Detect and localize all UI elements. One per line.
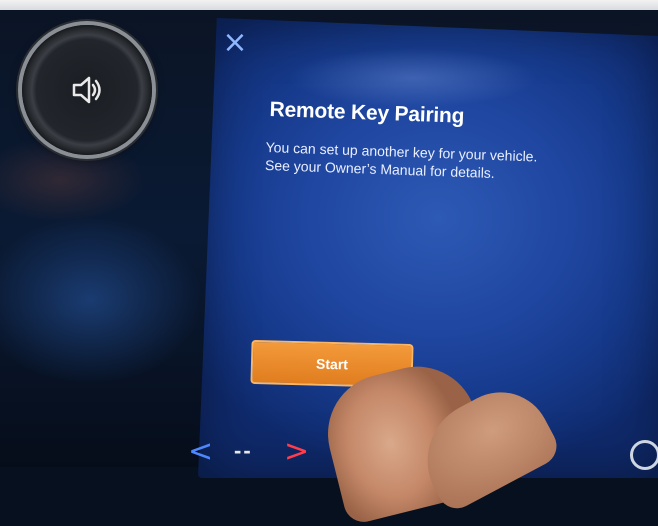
top-bezel [0, 0, 658, 10]
nav-center-indicator: -- [234, 438, 253, 463]
volume-knob[interactable] [22, 25, 152, 155]
close-icon[interactable]: × [220, 28, 250, 58]
chevron-right-icon[interactable]: > [284, 434, 309, 469]
speaker-icon [72, 76, 101, 104]
circle-icon[interactable] [630, 440, 658, 470]
chevron-left-icon[interactable]: < [188, 434, 213, 469]
